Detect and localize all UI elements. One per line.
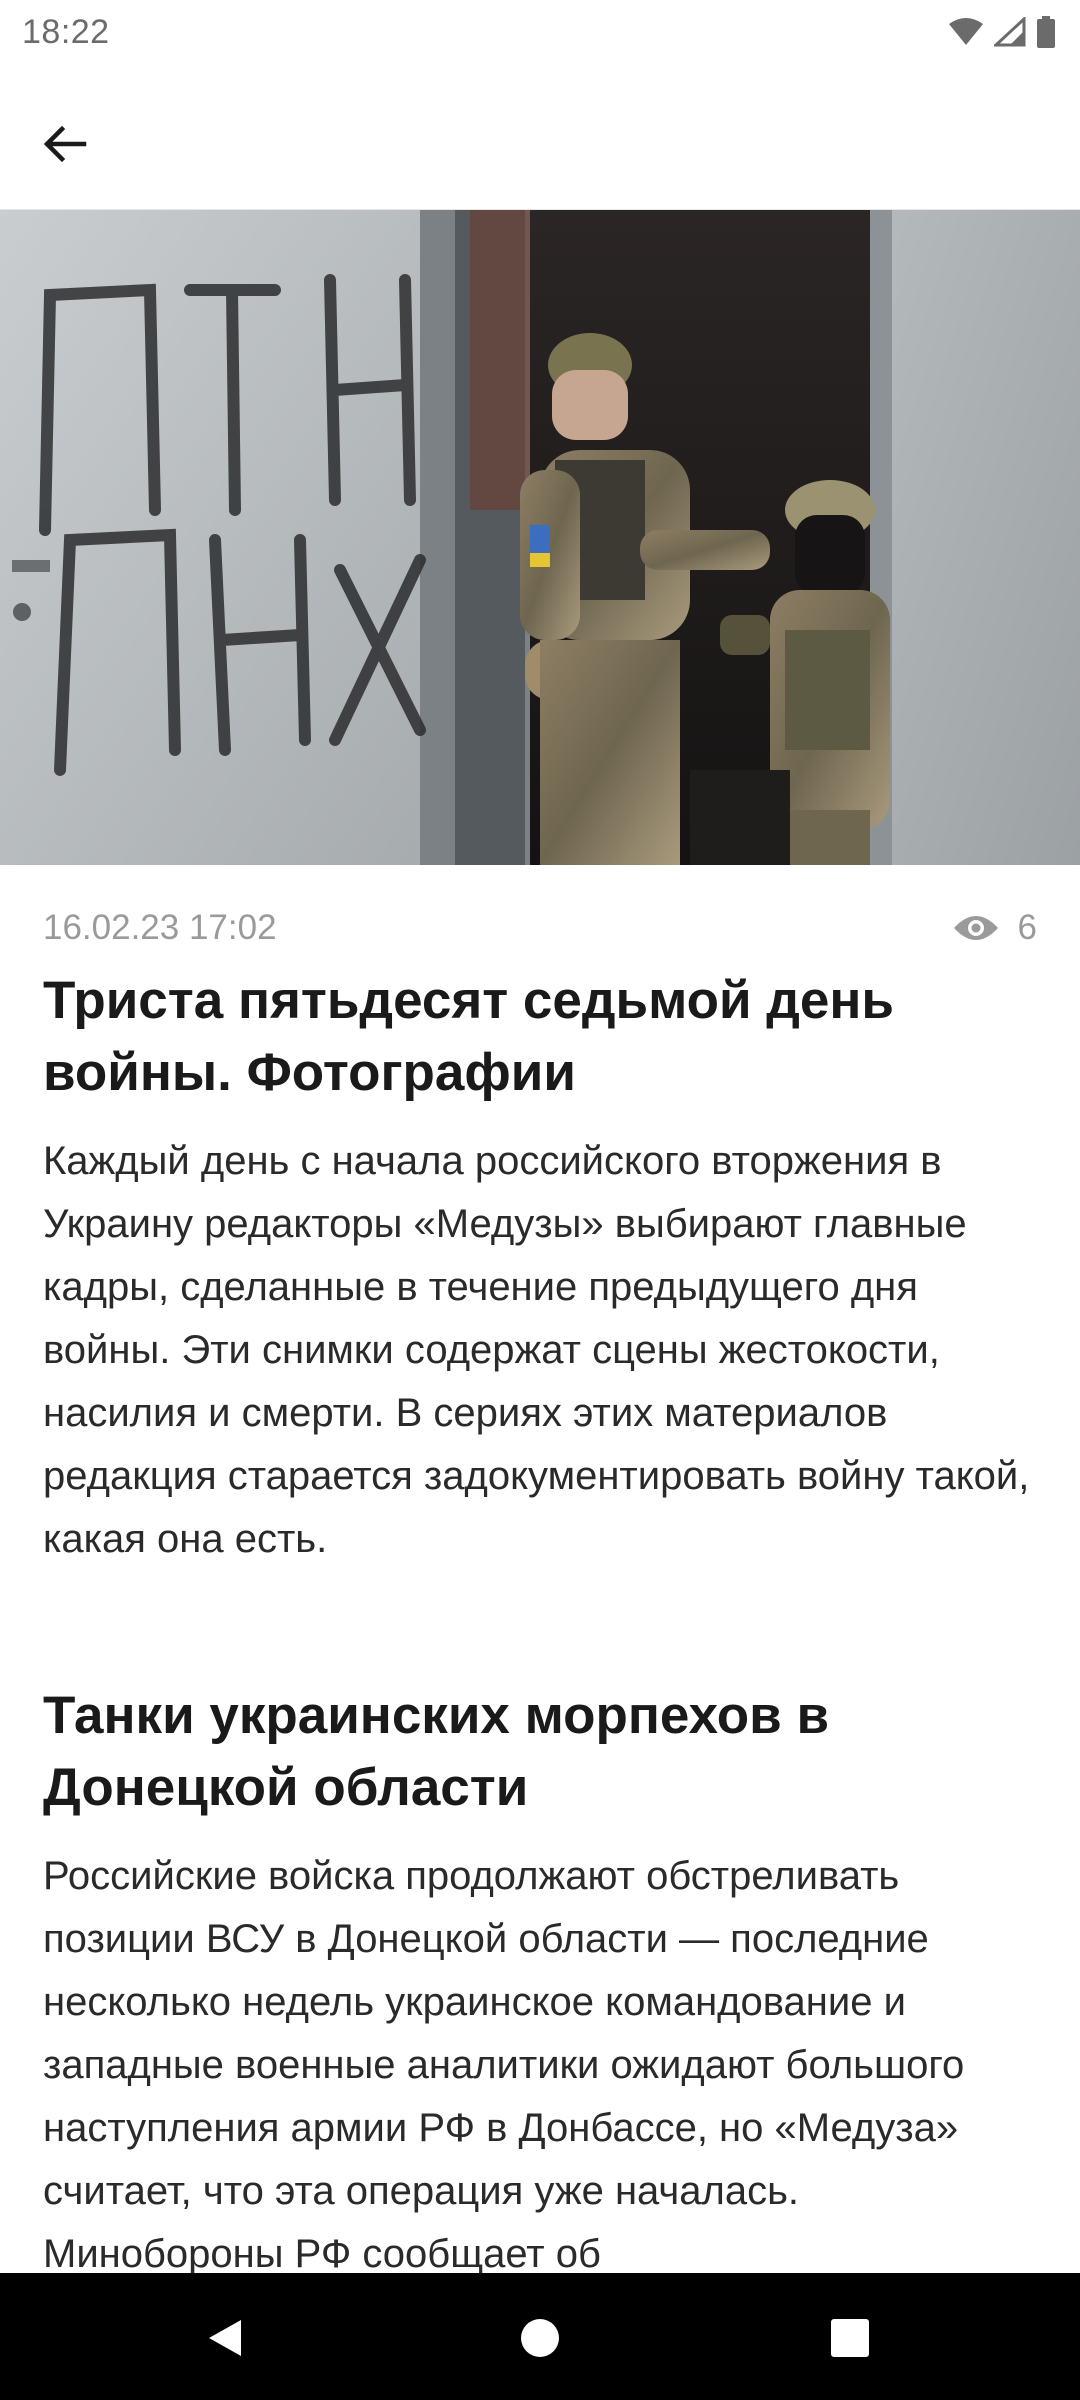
article-title: Триста пятьдесят седьмой день войны. Фот… — [43, 971, 895, 1102]
views-counter: 6 — [952, 908, 1037, 948]
section-title: Танки украинских морпехов в Донецкой обл… — [43, 1686, 830, 1817]
signal-icon — [994, 17, 1026, 47]
square-recents-icon — [831, 2319, 869, 2357]
hero-image[interactable] — [0, 210, 1080, 865]
nav-home-button[interactable] — [505, 2303, 575, 2373]
triangle-back-icon — [209, 2320, 241, 2356]
wifi-icon — [949, 18, 983, 45]
article-date: 16.02.23 17:02 — [43, 908, 277, 947]
app-bar — [0, 64, 1080, 210]
status-icons — [948, 16, 1056, 48]
eye-icon — [953, 916, 998, 940]
status-time: 18:22 — [22, 12, 110, 51]
article-meta: 16.02.23 17:02 6 — [43, 903, 1037, 953]
status-bar: 18:22 — [0, 0, 1080, 64]
hero-photo — [0, 210, 1080, 865]
section-text: Российские войска продолжают обстреливат… — [43, 1854, 965, 2276]
circle-home-icon — [521, 2319, 559, 2357]
views-count: 6 — [1017, 908, 1037, 947]
article-lead: Каждый день с начала российского вторжен… — [43, 1139, 1030, 1561]
arrow-left-icon — [43, 125, 87, 163]
nav-back-button[interactable] — [190, 2303, 260, 2373]
nav-recents-button[interactable] — [815, 2303, 885, 2373]
system-nav-bar — [0, 2273, 1080, 2400]
battery-icon — [1037, 16, 1055, 48]
back-button[interactable] — [24, 104, 104, 184]
